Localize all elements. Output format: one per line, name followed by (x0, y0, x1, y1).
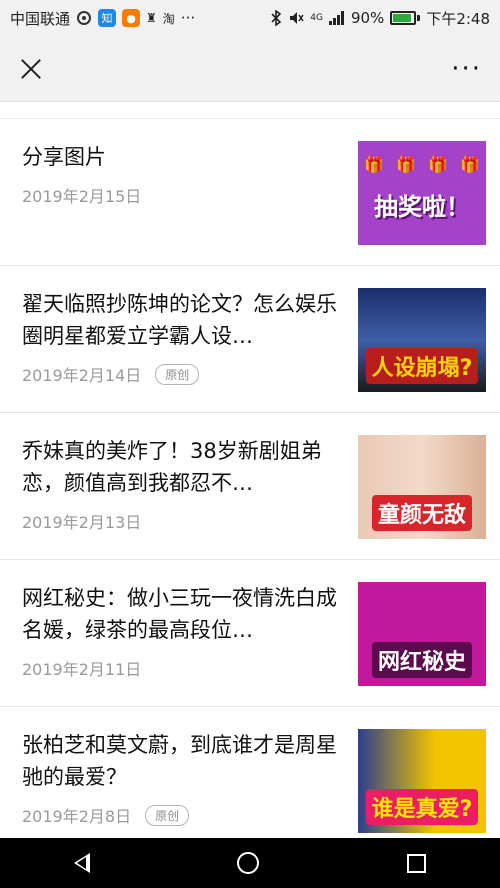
article-thumbnail[interactable]: 童颜无敌 (358, 435, 486, 539)
gift-icon: 🎁 (396, 155, 416, 174)
status-right: 4G 90% 下午2:48 (270, 8, 490, 29)
thumbnail-caption: 人设崩塌? (365, 348, 479, 384)
article-thumbnail[interactable]: 网红秘史 (358, 582, 486, 686)
thumbnail-caption: 网红秘史 (371, 642, 472, 678)
article-title: 分享图片 (22, 145, 106, 169)
more-notifications-icon: ··· (180, 9, 196, 27)
clock: 下午2:48 (426, 9, 490, 28)
weibo-icon (76, 10, 92, 26)
status-bar: 中国联通 知 ● ♜ 淘 ··· 4G 90% 下午2:48 (0, 0, 500, 36)
list-item[interactable]: 网红秘史：做小三玩一夜情洗白成名媛，绿茶的最高段位… 2019年2月11日 网红… (0, 560, 500, 707)
article-meta: 2019年2月8日 原创 (22, 803, 340, 827)
thumbnail-caption: 抽奖啦！ (374, 192, 470, 221)
article-date: 2019年2月11日 (22, 660, 142, 679)
article-date: 2019年2月15日 (22, 187, 142, 206)
article-title: 张柏芝和莫文蔚，到底谁才是周星驰的最爱？ (22, 733, 337, 789)
gift-icon: 🎁 (428, 155, 448, 174)
article-title: 翟天临照抄陈坤的论文？怎么娱乐圈明星都爱立学霸人设… (22, 292, 337, 348)
article-list[interactable]: 分享图片 2019年2月15日 🎁 🎁 🎁 🎁 抽奖啦！ 翟天临照抄陈坤的论文？… (0, 118, 500, 838)
gift-icon: 🎁 (364, 155, 384, 174)
list-item[interactable]: 翟天临照抄陈坤的论文？怎么娱乐圈明星都爱立学霸人设… 2019年2月14日 原创… (0, 266, 500, 413)
original-badge: 原创 (155, 363, 200, 385)
article-meta: 2019年2月11日 (22, 656, 340, 680)
network-label: 4G (310, 13, 323, 23)
article-date: 2019年2月14日 (22, 366, 142, 385)
recent-apps-icon[interactable] (407, 853, 427, 873)
app-icon: ● (122, 9, 141, 27)
list-item[interactable]: 张柏芝和莫文蔚，到底谁才是周星驰的最爱？ 2019年2月8日 原创 谁是真爱? (0, 707, 500, 838)
gift-icon: 🎁 (460, 155, 480, 174)
carrier-label: 中国联通 (10, 9, 71, 28)
thumbnail-caption: 谁是真爱? (365, 789, 479, 825)
more-options-icon[interactable]: ··· (451, 56, 482, 82)
article-thumbnail[interactable]: 谁是真爱? (358, 729, 486, 833)
title-bar: ··· (0, 36, 500, 102)
battery-percent: 90% (350, 9, 385, 27)
article-title: 网红秘史：做小三玩一夜情洗白成名媛，绿茶的最高段位… (22, 586, 337, 642)
gift-icons: 🎁 🎁 🎁 🎁 (358, 155, 486, 174)
article-text: 张柏芝和莫文蔚，到底谁才是周星驰的最爱？ 2019年2月8日 原创 (22, 729, 358, 827)
close-icon[interactable] (18, 56, 44, 82)
home-icon[interactable] (237, 852, 260, 874)
bluetooth-icon (270, 10, 282, 26)
zhihu-icon: 知 (98, 9, 117, 27)
navigation-bar (0, 838, 500, 888)
article-meta: 2019年2月14日 原创 (22, 362, 340, 386)
signal-icon (328, 11, 345, 25)
article-thumbnail[interactable]: 人设崩塌? (358, 288, 486, 392)
mute-icon (288, 10, 304, 26)
back-icon[interactable] (73, 853, 90, 873)
article-date: 2019年2月13日 (22, 513, 142, 532)
article-thumbnail[interactable]: 🎁 🎁 🎁 🎁 抽奖啦！ (358, 141, 486, 245)
battery-fill (393, 14, 412, 22)
article-meta: 2019年2月15日 (22, 183, 340, 207)
battery-icon (390, 11, 421, 25)
app2-icon: ♜ (146, 11, 157, 25)
list-item[interactable]: 分享图片 2019年2月15日 🎁 🎁 🎁 🎁 抽奖啦！ (0, 119, 500, 266)
article-title: 乔妹真的美炸了！38岁新剧姐弟恋，颜值高到我都忍不… (22, 439, 322, 495)
article-text: 分享图片 2019年2月15日 (22, 141, 358, 207)
status-left: 中国联通 知 ● ♜ 淘 ··· (10, 8, 195, 29)
taobao-icon: 淘 (162, 11, 175, 26)
original-badge: 原创 (145, 804, 190, 826)
thumbnail-caption: 童颜无敌 (371, 495, 472, 531)
list-item[interactable]: 乔妹真的美炸了！38岁新剧姐弟恋，颜值高到我都忍不… 2019年2月13日 童颜… (0, 413, 500, 560)
article-text: 网红秘史：做小三玩一夜情洗白成名媛，绿茶的最高段位… 2019年2月11日 (22, 582, 358, 680)
article-meta: 2019年2月13日 (22, 509, 340, 533)
article-text: 乔妹真的美炸了！38岁新剧姐弟恋，颜值高到我都忍不… 2019年2月13日 (22, 435, 358, 533)
article-text: 翟天临照抄陈坤的论文？怎么娱乐圈明星都爱立学霸人设… 2019年2月14日 原创 (22, 288, 358, 386)
article-date: 2019年2月8日 (22, 807, 132, 826)
